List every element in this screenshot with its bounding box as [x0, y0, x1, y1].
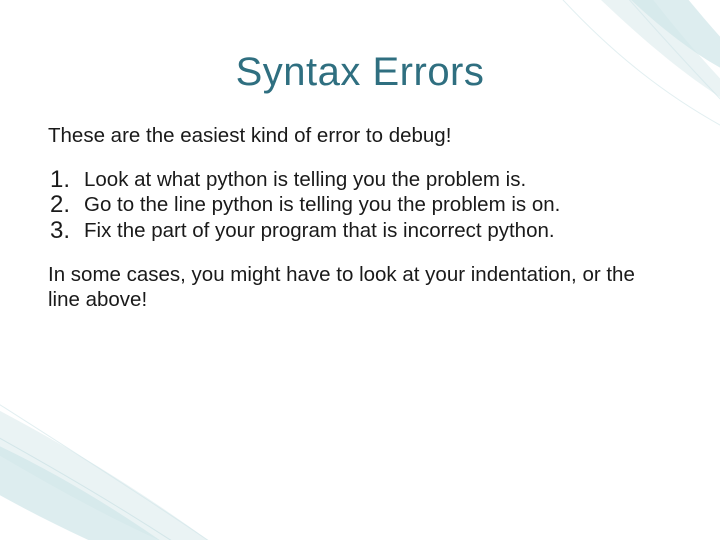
slide-title: Syntax Errors: [48, 50, 672, 95]
list-item: Look at what python is telling you the p…: [78, 167, 672, 193]
slide-content: Syntax Errors These are the easiest kind…: [0, 0, 720, 313]
list-item: Go to the line python is telling you the…: [78, 192, 672, 218]
intro-text: These are the easiest kind of error to d…: [48, 123, 672, 149]
slide: Syntax Errors These are the easiest kind…: [0, 0, 720, 540]
outro-text: In some cases, you might have to look at…: [48, 262, 672, 313]
steps-list: Look at what python is telling you the p…: [48, 167, 672, 244]
list-item: Fix the part of your program that is inc…: [78, 218, 672, 244]
